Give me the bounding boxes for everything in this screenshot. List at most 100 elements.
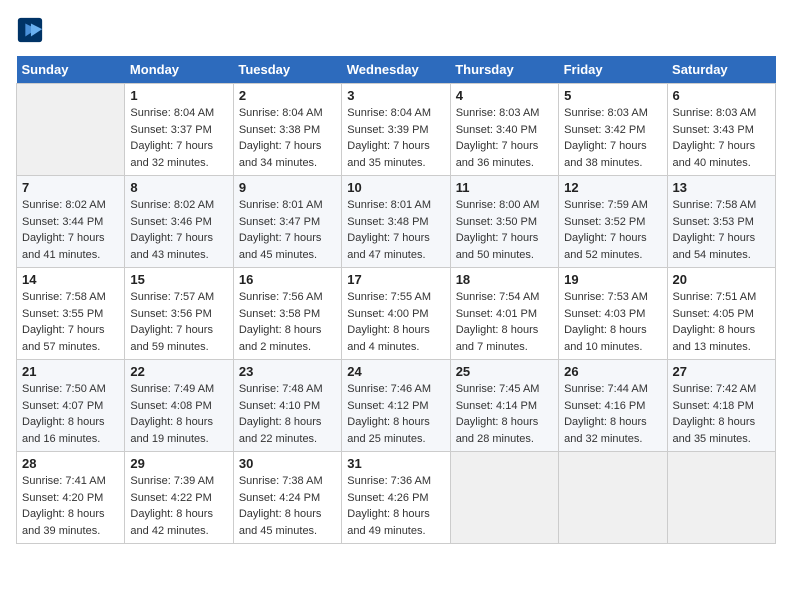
calendar-cell: 2 Sunrise: 8:04 AMSunset: 3:38 PMDaylight… (233, 84, 341, 176)
day-info: Sunrise: 7:38 AMSunset: 4:24 PMDaylight:… (239, 473, 336, 539)
day-number: 31 (347, 456, 444, 471)
calendar-cell: 6 Sunrise: 8:03 AMSunset: 3:43 PMDaylight… (667, 84, 775, 176)
calendar-cell: 27Sunrise: 7:42 AMSunset: 4:18 PMDayligh… (667, 360, 775, 452)
calendar-cell: 11 Sunrise: 8:00 AMSunset: 3:50 PMDayligh… (450, 176, 558, 268)
day-number: 8 (130, 180, 227, 195)
day-number: 28 (22, 456, 119, 471)
calendar-cell: 16 Sunrise: 7:56 AMSunset: 3:58 PMDayligh… (233, 268, 341, 360)
day-number: 11 (456, 180, 553, 195)
day-number: 14 (22, 272, 119, 287)
day-number: 16 (239, 272, 336, 287)
day-number: 5 (564, 88, 661, 103)
weekday-thursday: Thursday (450, 56, 558, 84)
day-info: Sunrise: 7:56 AMSunset: 3:58 PMDaylight:… (239, 289, 336, 355)
calendar-cell: 30 Sunrise: 7:38 AMSunset: 4:24 PMDayligh… (233, 452, 341, 544)
calendar-cell: 20Sunrise: 7:51 AMSunset: 4:05 PMDayligh… (667, 268, 775, 360)
day-number: 21 (22, 364, 119, 379)
day-info: Sunrise: 7:50 AMSunset: 4:07 PMDaylight:… (22, 381, 119, 447)
day-info: Sunrise: 7:48 AMSunset: 4:10 PMDaylight:… (239, 381, 336, 447)
week-row-1: 1 Sunrise: 8:04 AMSunset: 3:37 PMDaylight… (17, 84, 776, 176)
day-info: Sunrise: 7:57 AMSunset: 3:56 PMDaylight:… (130, 289, 227, 355)
calendar-cell: 4 Sunrise: 8:03 AMSunset: 3:40 PMDaylight… (450, 84, 558, 176)
day-number: 10 (347, 180, 444, 195)
day-info: Sunrise: 7:44 AMSunset: 4:16 PMDaylight:… (564, 381, 661, 447)
weekday-friday: Friday (559, 56, 667, 84)
day-number: 25 (456, 364, 553, 379)
day-info: Sunrise: 7:41 AMSunset: 4:20 PMDaylight:… (22, 473, 119, 539)
calendar-cell (667, 452, 775, 544)
day-info: Sunrise: 7:53 AMSunset: 4:03 PMDaylight:… (564, 289, 661, 355)
weekday-saturday: Saturday (667, 56, 775, 84)
weekday-wednesday: Wednesday (342, 56, 450, 84)
day-info: Sunrise: 7:58 AMSunset: 3:55 PMDaylight:… (22, 289, 119, 355)
calendar-cell: 15 Sunrise: 7:57 AMSunset: 3:56 PMDayligh… (125, 268, 233, 360)
week-row-3: 14 Sunrise: 7:58 AMSunset: 3:55 PMDayligh… (17, 268, 776, 360)
calendar-cell: 25 Sunrise: 7:45 AMSunset: 4:14 PMDayligh… (450, 360, 558, 452)
logo (16, 16, 46, 44)
calendar-cell: 8 Sunrise: 8:02 AMSunset: 3:46 PMDaylight… (125, 176, 233, 268)
calendar-cell: 17 Sunrise: 7:55 AMSunset: 4:00 PMDayligh… (342, 268, 450, 360)
calendar-cell: 28 Sunrise: 7:41 AMSunset: 4:20 PMDayligh… (17, 452, 125, 544)
day-info: Sunrise: 7:55 AMSunset: 4:00 PMDaylight:… (347, 289, 444, 355)
day-info: Sunrise: 8:03 AMSunset: 3:43 PMDaylight:… (673, 105, 770, 171)
calendar-cell: 23 Sunrise: 7:48 AMSunset: 4:10 PMDayligh… (233, 360, 341, 452)
day-info: Sunrise: 7:49 AMSunset: 4:08 PMDaylight:… (130, 381, 227, 447)
day-info: Sunrise: 7:58 AMSunset: 3:53 PMDaylight:… (673, 197, 770, 263)
weekday-monday: Monday (125, 56, 233, 84)
calendar-cell: 26 Sunrise: 7:44 AMSunset: 4:16 PMDayligh… (559, 360, 667, 452)
calendar-cell: 18Sunrise: 7:54 AMSunset: 4:01 PMDayligh… (450, 268, 558, 360)
calendar-body: 1 Sunrise: 8:04 AMSunset: 3:37 PMDaylight… (17, 84, 776, 544)
day-info: Sunrise: 8:02 AMSunset: 3:46 PMDaylight:… (130, 197, 227, 263)
day-number: 2 (239, 88, 336, 103)
day-number: 27 (673, 364, 770, 379)
day-info: Sunrise: 8:03 AMSunset: 3:42 PMDaylight:… (564, 105, 661, 171)
day-info: Sunrise: 7:39 AMSunset: 4:22 PMDaylight:… (130, 473, 227, 539)
day-info: Sunrise: 8:03 AMSunset: 3:40 PMDaylight:… (456, 105, 553, 171)
day-info: Sunrise: 8:04 AMSunset: 3:38 PMDaylight:… (239, 105, 336, 171)
day-info: Sunrise: 7:51 AMSunset: 4:05 PMDaylight:… (673, 289, 770, 355)
calendar-cell (17, 84, 125, 176)
calendar-cell: 14 Sunrise: 7:58 AMSunset: 3:55 PMDayligh… (17, 268, 125, 360)
day-number: 6 (673, 88, 770, 103)
day-number: 22 (130, 364, 227, 379)
day-number: 26 (564, 364, 661, 379)
day-number: 24 (347, 364, 444, 379)
day-number: 23 (239, 364, 336, 379)
day-number: 18 (456, 272, 553, 287)
day-info: Sunrise: 8:04 AMSunset: 3:39 PMDaylight:… (347, 105, 444, 171)
calendar-cell: 19 Sunrise: 7:53 AMSunset: 4:03 PMDayligh… (559, 268, 667, 360)
day-info: Sunrise: 7:36 AMSunset: 4:26 PMDaylight:… (347, 473, 444, 539)
day-number: 29 (130, 456, 227, 471)
day-number: 9 (239, 180, 336, 195)
day-number: 17 (347, 272, 444, 287)
calendar-cell: 24Sunrise: 7:46 AMSunset: 4:12 PMDayligh… (342, 360, 450, 452)
logo-icon (16, 16, 44, 44)
day-number: 7 (22, 180, 119, 195)
calendar-cell: 10 Sunrise: 8:01 AMSunset: 3:48 PMDayligh… (342, 176, 450, 268)
day-number: 4 (456, 88, 553, 103)
calendar-cell: 13 Sunrise: 7:58 AMSunset: 3:53 PMDayligh… (667, 176, 775, 268)
week-row-2: 7 Sunrise: 8:02 AMSunset: 3:44 PMDaylight… (17, 176, 776, 268)
week-row-4: 21 Sunrise: 7:50 AMSunset: 4:07 PMDayligh… (17, 360, 776, 452)
calendar-cell: 1 Sunrise: 8:04 AMSunset: 3:37 PMDaylight… (125, 84, 233, 176)
day-number: 12 (564, 180, 661, 195)
day-number: 13 (673, 180, 770, 195)
day-info: Sunrise: 8:04 AMSunset: 3:37 PMDaylight:… (130, 105, 227, 171)
weekday-sunday: Sunday (17, 56, 125, 84)
calendar-cell: 22 Sunrise: 7:49 AMSunset: 4:08 PMDayligh… (125, 360, 233, 452)
day-number: 19 (564, 272, 661, 287)
day-info: Sunrise: 8:00 AMSunset: 3:50 PMDaylight:… (456, 197, 553, 263)
day-number: 30 (239, 456, 336, 471)
calendar-table: SundayMondayTuesdayWednesdayThursdayFrid… (16, 56, 776, 544)
day-info: Sunrise: 7:59 AMSunset: 3:52 PMDaylight:… (564, 197, 661, 263)
day-info: Sunrise: 8:01 AMSunset: 3:48 PMDaylight:… (347, 197, 444, 263)
day-number: 15 (130, 272, 227, 287)
day-info: Sunrise: 8:02 AMSunset: 3:44 PMDaylight:… (22, 197, 119, 263)
day-info: Sunrise: 7:45 AMSunset: 4:14 PMDaylight:… (456, 381, 553, 447)
day-number: 1 (130, 88, 227, 103)
calendar-cell: 29 Sunrise: 7:39 AMSunset: 4:22 PMDayligh… (125, 452, 233, 544)
day-info: Sunrise: 8:01 AMSunset: 3:47 PMDaylight:… (239, 197, 336, 263)
weekday-tuesday: Tuesday (233, 56, 341, 84)
calendar-cell: 5 Sunrise: 8:03 AMSunset: 3:42 PMDaylight… (559, 84, 667, 176)
calendar-cell: 3Sunrise: 8:04 AMSunset: 3:39 PMDaylight… (342, 84, 450, 176)
